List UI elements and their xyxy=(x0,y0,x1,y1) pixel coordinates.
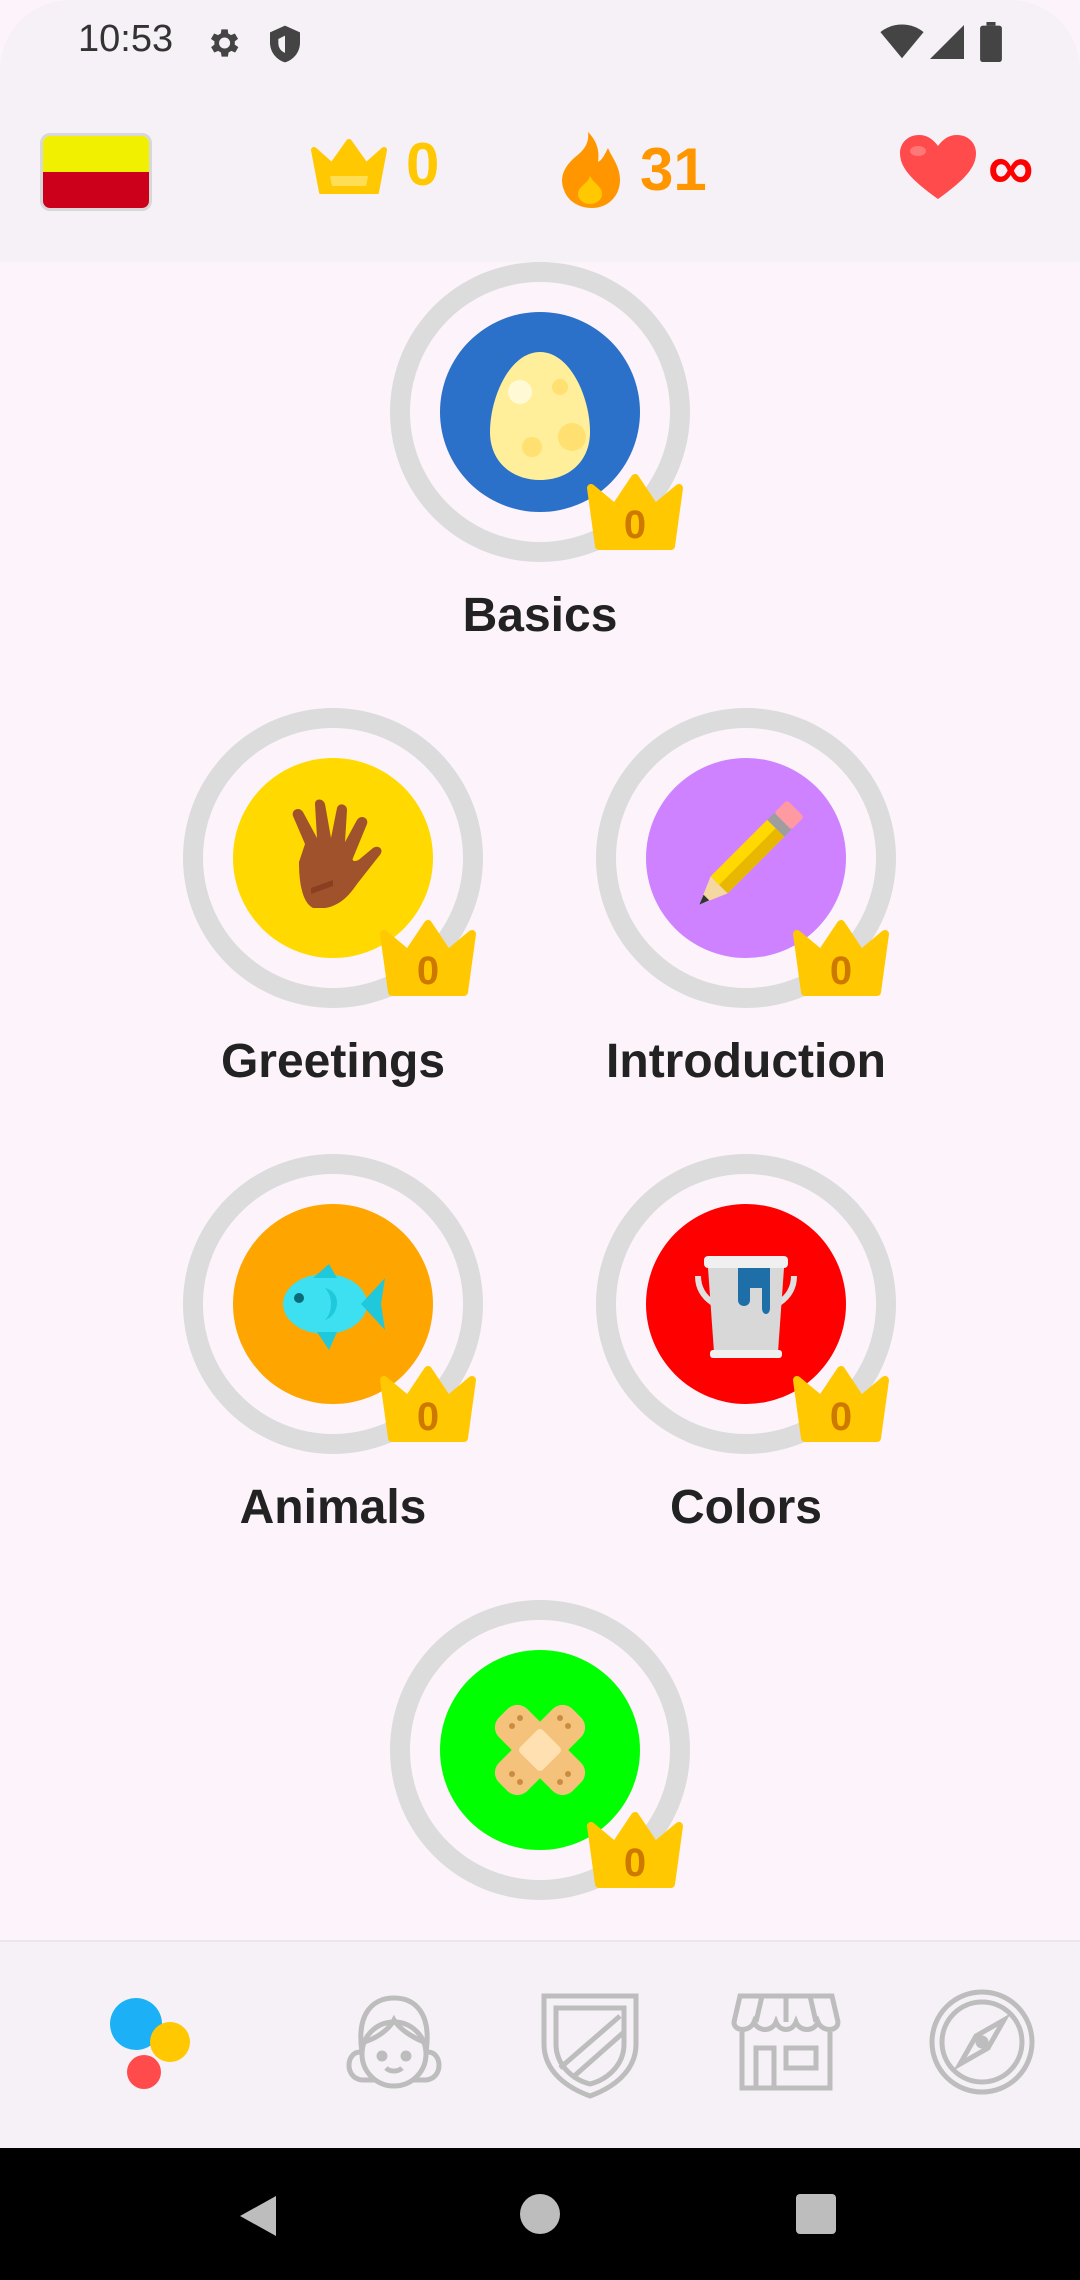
crowns-count: 0 xyxy=(406,131,440,198)
streak-count: 31 xyxy=(640,135,707,203)
hearts-count: ∞ xyxy=(988,131,1034,203)
security-shield-icon xyxy=(270,25,300,63)
shop-icon xyxy=(731,1993,841,2091)
wifi-icon xyxy=(880,24,924,59)
dots-icon xyxy=(110,1998,190,2089)
top-bar: 0 31 ∞ xyxy=(0,90,1080,262)
back-icon[interactable] xyxy=(236,2192,280,2240)
crown-level: 0 xyxy=(830,1395,852,1439)
status-time: 10:53 xyxy=(78,18,174,60)
status-bar: 10:53 xyxy=(0,0,1080,90)
crown-badge-icon: 0 xyxy=(380,1366,476,1442)
crowns-counter[interactable]: 0 xyxy=(310,130,439,199)
system-navigation-bar xyxy=(0,2148,1080,2280)
crown-level: 0 xyxy=(830,949,852,993)
leagues-tab[interactable] xyxy=(530,1982,650,2102)
crown-level: 0 xyxy=(417,1395,439,1439)
hearts-counter[interactable]: ∞ xyxy=(900,130,1034,204)
profile-tab[interactable] xyxy=(334,1982,454,2102)
crown-level: 0 xyxy=(417,949,439,993)
shield-icon xyxy=(541,1993,639,2099)
shop-tab[interactable] xyxy=(726,1982,846,2102)
explore-tab[interactable] xyxy=(922,1982,1042,2102)
crown-level: 0 xyxy=(624,503,646,547)
crown-badge-icon: 0 xyxy=(587,474,683,550)
heart-icon xyxy=(900,135,976,199)
crown-badge-icon: 0 xyxy=(793,1366,889,1442)
fire-icon xyxy=(562,132,620,208)
settings-icon xyxy=(210,29,239,57)
crown-level: 0 xyxy=(624,1841,646,1885)
flag-stripe-yellow xyxy=(43,136,149,172)
home-icon[interactable] xyxy=(518,2192,562,2236)
flag-stripe-red xyxy=(43,172,149,208)
recents-icon[interactable] xyxy=(796,2194,836,2234)
crown-badge-icon: 0 xyxy=(380,920,476,996)
profile-icon xyxy=(346,1995,442,2089)
battery-icon xyxy=(980,22,1002,62)
compass-icon xyxy=(929,1989,1035,2095)
bottom-navigation xyxy=(0,1940,1080,2150)
crown-badge-icon: 0 xyxy=(793,920,889,996)
skill-tree: 0 Basics 0 Greetings 0 Introduction 0 An… xyxy=(0,262,1080,1940)
crown-icon xyxy=(311,138,387,194)
signal-icon xyxy=(930,25,964,59)
streak-counter[interactable]: 31 xyxy=(558,130,707,208)
crown-badge-icon: 0 xyxy=(587,1812,683,1888)
skill-label: Colors xyxy=(669,1481,822,1534)
skill-label: Introduction xyxy=(606,1035,886,1088)
learn-tab[interactable] xyxy=(90,1982,210,2102)
skill-label: Basics xyxy=(462,589,618,642)
course-flag-button[interactable] xyxy=(40,133,152,211)
